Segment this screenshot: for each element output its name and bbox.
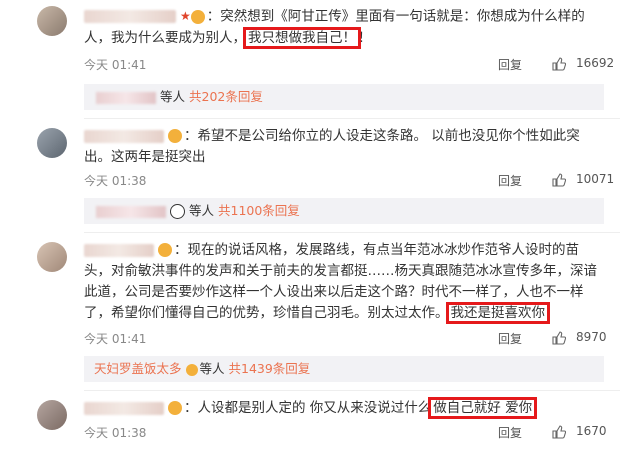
avatar[interactable]: [37, 242, 67, 272]
like-count: 1670: [576, 424, 607, 438]
comment-text: ★ ：突然想到《阿甘正传》里面有一句话就是：你想成为什么样的人，我为什么要成为别人…: [84, 8, 585, 49]
comment-text: ：现在的说话风格，发展路线，有点当年范冰冰炒作范爷人设时的苗头，对俞敏洪事件的发…: [84, 242, 597, 324]
reply-button[interactable]: 回复: [498, 56, 522, 73]
vip-badge-icon: [185, 363, 198, 376]
timestamp: 今天 01:38: [84, 174, 147, 188]
username-blurred[interactable]: [84, 243, 154, 257]
thumbs-up-icon[interactable]: [552, 425, 566, 439]
like-count: 16692: [576, 56, 615, 70]
reply-summary[interactable]: 天妇罗盖饭太多 等人 共1439条回复: [84, 356, 604, 382]
reply-button[interactable]: 回复: [498, 330, 522, 347]
vip-badge-icon: [168, 401, 182, 415]
reply-count-link[interactable]: 共1100条回复: [218, 203, 300, 218]
vip-badge-icon: [158, 243, 172, 257]
username-blurred[interactable]: [84, 10, 176, 23]
timestamp: 今天 01:41: [84, 332, 147, 346]
highlight-box: 做自己就好 爱你: [428, 397, 538, 419]
timestamp: 今天 01:41: [84, 58, 147, 72]
reply-button[interactable]: 回复: [498, 424, 522, 441]
comment-meta: 今天 01:38 回复 1670: [84, 424, 607, 442]
vip-badge-icon: [190, 9, 205, 24]
comment-text: ：人设都是别人定的 你又从来没说过什么 做自己就好 爱你: [84, 397, 604, 419]
reply-username-blurred: [96, 205, 166, 218]
star-icon: ★: [180, 9, 191, 23]
reply-username-blurred: [96, 91, 156, 104]
highlight-box: 我只想做我自己！: [243, 26, 361, 49]
thumbs-up-icon[interactable]: [552, 57, 566, 71]
reply-count-link[interactable]: 共1439条回复: [229, 361, 311, 376]
vip-badge-icon: [168, 129, 182, 143]
comment-meta: 今天 01:38 回复 10071: [84, 172, 614, 190]
thumbs-up-icon[interactable]: [552, 173, 566, 187]
divider: [84, 390, 620, 391]
timestamp: 今天 01:38: [84, 426, 147, 440]
reply-summary[interactable]: 等人 共1100条回复: [84, 198, 604, 224]
reply-button[interactable]: 回复: [498, 172, 522, 189]
comment-meta: 今天 01:41 回复 8970: [84, 330, 607, 348]
avatar[interactable]: [37, 6, 67, 36]
comment-meta: 今天 01:41 回复 16692: [84, 56, 614, 74]
reply-summary[interactable]: 等人 共202条回复: [84, 84, 604, 110]
divider: [84, 232, 620, 233]
like-count: 10071: [576, 172, 615, 186]
comment-text: ：希望不是公司给你立的人设走这条路。 以前也没见你个性如此突出。这两年是挺突出: [84, 128, 580, 165]
avatar[interactable]: [37, 128, 67, 158]
like-count: 8970: [576, 330, 607, 344]
reply-count-link[interactable]: 共202条回复: [189, 89, 263, 104]
username-blurred[interactable]: [84, 401, 164, 415]
thumbs-up-icon[interactable]: [552, 331, 566, 345]
panda-emoji-icon: [170, 204, 185, 219]
username-blurred[interactable]: [84, 129, 164, 143]
divider: [84, 118, 620, 119]
avatar[interactable]: [37, 400, 67, 430]
highlight-box: 我还是挺喜欢你: [445, 302, 550, 324]
reply-username[interactable]: 天妇罗盖饭太多: [94, 361, 182, 376]
